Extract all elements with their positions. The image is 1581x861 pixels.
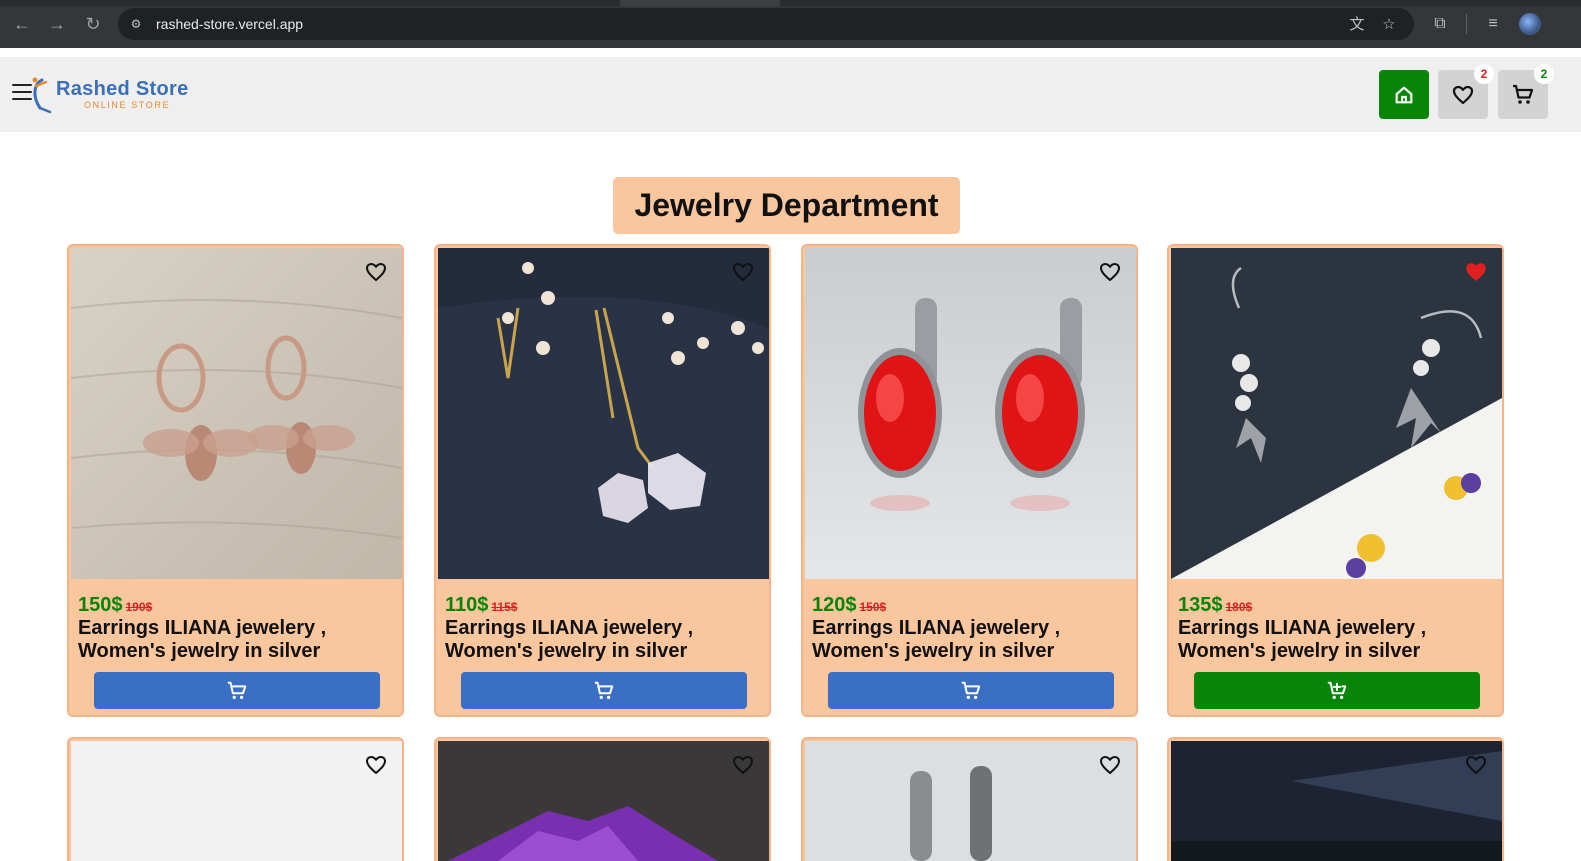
add-to-cart-button[interactable] — [461, 672, 747, 709]
toolbar-divider — [1466, 14, 1467, 34]
cart-button[interactable]: 2 — [1498, 64, 1554, 119]
product-image[interactable] — [805, 741, 1136, 861]
price-row: 120$ 150$ — [812, 594, 886, 617]
favorite-heart-icon[interactable] — [1098, 753, 1122, 777]
translate-icon[interactable]: 文 — [1346, 14, 1368, 36]
product-image[interactable] — [438, 741, 769, 861]
product-name: Earrings ILIANA jewelery , Women's jewel… — [812, 617, 1061, 662]
product-image[interactable] — [1171, 741, 1502, 861]
back-icon[interactable]: ← — [8, 10, 36, 38]
cart-plus-icon — [1327, 681, 1347, 699]
product-name: Earrings ILIANA jewelery , Women's jewel… — [445, 617, 694, 662]
price-row: 110$ 115$ — [445, 594, 517, 617]
cart-icon — [594, 681, 614, 699]
product-image[interactable] — [71, 248, 402, 579]
logo-mark-icon — [32, 77, 52, 114]
add-to-cart-button[interactable] — [94, 672, 380, 709]
product-image[interactable] — [71, 741, 402, 861]
tab-strip — [0, 0, 1581, 6]
product-image[interactable] — [805, 248, 1136, 579]
price: 150$ — [78, 594, 123, 616]
favorite-heart-icon[interactable] — [731, 753, 755, 777]
brand-tagline: ONLINE STORE — [84, 100, 171, 110]
home-icon — [1395, 86, 1413, 103]
active-tab[interactable] — [620, 0, 780, 6]
product-card — [67, 737, 404, 861]
bookmark-star-icon[interactable]: ☆ — [1378, 14, 1400, 36]
favorite-heart-icon[interactable] — [1098, 260, 1122, 284]
reload-icon[interactable]: ↻ — [79, 10, 107, 38]
address-bar[interactable]: ⚙ rashed-store.vercel.app 文 ☆ — [118, 8, 1414, 40]
url-text: rashed-store.vercel.app — [156, 16, 304, 32]
old-price: 115$ — [491, 600, 518, 614]
price: 120$ — [812, 594, 857, 616]
favorite-heart-icon[interactable] — [1464, 260, 1488, 284]
brand-name: Rashed Store — [56, 78, 189, 100]
old-price: 190$ — [125, 600, 153, 614]
browser-toolbar: ← → ↻ ⚙ rashed-store.vercel.app 文 ☆ ⧉ ≡ — [0, 0, 1581, 48]
page-title: Jewelry Department — [613, 177, 960, 234]
price-row: 135$ 180$ — [1178, 594, 1252, 617]
favorite-heart-icon[interactable] — [364, 753, 388, 777]
product-name: Earrings ILIANA jewelery , Women's jewel… — [1178, 617, 1427, 662]
product-card — [801, 737, 1138, 861]
site-settings-icon[interactable]: ⚙ — [128, 16, 144, 32]
add-to-cart-button[interactable] — [828, 672, 1114, 709]
favorite-heart-icon[interactable] — [364, 260, 388, 284]
product-card: 150$ 190$ Earrings ILIANA jewelery , Wome… — [67, 244, 404, 717]
product-card: 110$ 115$ Earrings ILIANA jewelery , Wome… — [434, 244, 771, 717]
product-card — [434, 737, 771, 861]
add-to-cart-button[interactable] — [1194, 672, 1480, 709]
product-image[interactable] — [1171, 248, 1502, 579]
price-row: 150$ 190$ — [78, 594, 152, 617]
heart-icon — [1452, 85, 1474, 104]
wishlist-button[interactable]: 2 — [1438, 64, 1494, 119]
site-header: Rashed Store ONLINE STORE 2 2 — [0, 57, 1581, 132]
favorite-heart-icon[interactable] — [1464, 753, 1488, 777]
cart-icon — [961, 681, 981, 699]
cart-icon — [227, 681, 247, 699]
media-queue-icon[interactable]: ≡ — [1481, 12, 1505, 36]
home-button[interactable] — [1379, 70, 1429, 119]
wishlist-count-badge: 2 — [1474, 64, 1494, 84]
old-price: 150$ — [859, 600, 887, 614]
browser-content-gap — [0, 48, 1581, 57]
profile-avatar[interactable] — [1519, 13, 1541, 35]
cart-icon — [1513, 84, 1534, 104]
product-card: 135$ 180$ Earrings ILIANA jewelery , Wome… — [1167, 244, 1504, 717]
extensions-icon[interactable]: ⧉ — [1428, 12, 1452, 36]
cart-count-badge: 2 — [1534, 64, 1554, 84]
old-price: 180$ — [1225, 600, 1253, 614]
product-image[interactable] — [438, 248, 769, 579]
forward-icon[interactable]: → — [43, 10, 71, 38]
product-name: Earrings ILIANA jewelery , Women's jewel… — [78, 617, 327, 662]
product-card: 120$ 150$ Earrings ILIANA jewelery , Wome… — [801, 244, 1138, 717]
price: 135$ — [1178, 594, 1223, 616]
price: 110$ — [445, 594, 489, 616]
product-card — [1167, 737, 1504, 861]
brand-logo[interactable]: Rashed Store ONLINE STORE — [26, 72, 196, 116]
favorite-heart-icon[interactable] — [731, 260, 755, 284]
